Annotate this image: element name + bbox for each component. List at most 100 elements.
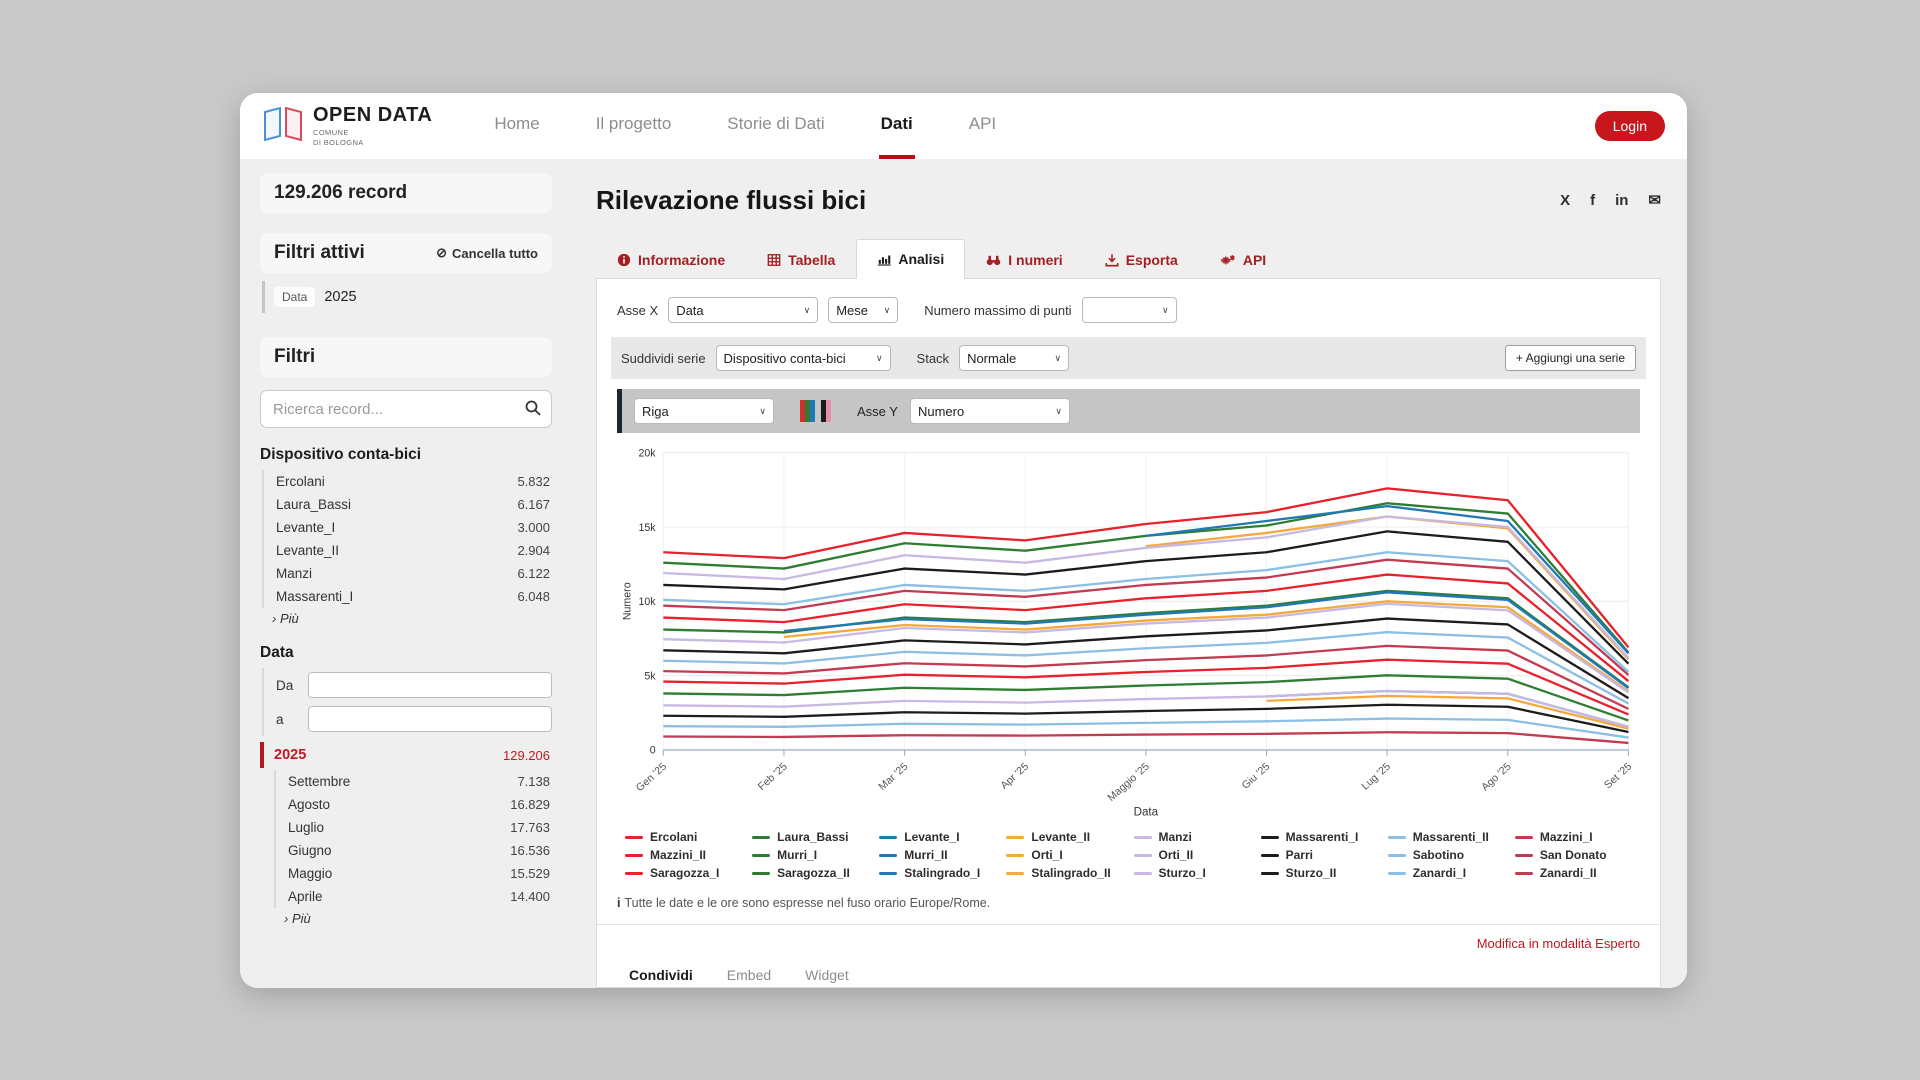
riga-select[interactable]: Riga∨ (634, 398, 774, 424)
month-facet-item[interactable]: Luglio17.763 (276, 816, 552, 839)
chart-svg: 05k10k15k20kGen '25Feb '25Mar '25Apr '25… (617, 443, 1640, 821)
legend-item[interactable]: Stalingrado_II (1006, 866, 1123, 880)
login-button[interactable]: Login (1595, 111, 1665, 141)
legend-color-dash (752, 836, 770, 839)
legend-color-dash (1388, 872, 1406, 875)
max-points-label: Numero massimo di punti (924, 303, 1071, 318)
legend-color-dash (625, 854, 643, 857)
legend-item[interactable]: Murri_I (752, 848, 869, 862)
date-from-input[interactable] (308, 672, 552, 698)
nav-item-api[interactable]: API (967, 93, 998, 159)
flow-line-chart[interactable]: 05k10k15k20kGen '25Feb '25Mar '25Apr '25… (617, 443, 1640, 826)
stack-select[interactable]: Normale∨ (959, 345, 1069, 371)
max-points-select[interactable]: ∨ (1082, 297, 1177, 323)
legend-item[interactable]: Sturzo_I (1134, 866, 1251, 880)
linkedin-icon[interactable]: in (1615, 192, 1628, 209)
legend-item[interactable]: Orti_II (1134, 848, 1251, 862)
expert-mode-link[interactable]: Modifica in modalità Esperto (1477, 936, 1640, 951)
legend-color-dash (1006, 836, 1024, 839)
share-icons: X f in ✉ (1560, 191, 1661, 209)
legend-item[interactable]: Saragozza_II (752, 866, 869, 880)
tab-informazione[interactable]: Informazione (596, 239, 746, 279)
device-facet-item[interactable]: Manzi6.122 (264, 562, 552, 585)
nav-item-dati[interactable]: Dati (879, 93, 915, 159)
legend-item[interactable]: Orti_I (1006, 848, 1123, 862)
email-icon[interactable]: ✉ (1648, 191, 1661, 209)
legend-color-dash (1006, 872, 1024, 875)
legend-item[interactable]: Parri (1261, 848, 1378, 862)
nav-item-il-progetto[interactable]: Il progetto (594, 93, 674, 159)
chevron-down-icon: ∨ (1162, 305, 1169, 316)
open-data-logo[interactable]: OPEN DATA COMUNE DI BOLOGNA (262, 105, 432, 147)
tab-i-numeri[interactable]: I numeri (965, 239, 1083, 279)
share-tab-widget[interactable]: Widget (805, 967, 849, 988)
device-more-link[interactable]: › Più (260, 608, 552, 626)
month-more-link[interactable]: › Più (272, 908, 552, 926)
svg-text:20k: 20k (639, 448, 657, 460)
legend-item[interactable]: Mazzini_II (625, 848, 742, 862)
share-tab-condividi[interactable]: Condividi (629, 967, 693, 988)
legend-item[interactable]: Levante_I (879, 830, 996, 844)
month-facet-item[interactable]: Agosto16.829 (276, 793, 552, 816)
share-tab-embed[interactable]: Embed (727, 967, 771, 988)
app-window: OPEN DATA COMUNE DI BOLOGNA Home Il proge… (240, 93, 1687, 988)
add-series-button[interactable]: + Aggiungi una serie (1505, 345, 1636, 371)
legend-item[interactable]: Saragozza_I (625, 866, 742, 880)
tab-api[interactable]: API (1199, 239, 1287, 279)
nav-item-home[interactable]: Home (492, 93, 541, 159)
legend-item[interactable]: Sturzo_II (1261, 866, 1378, 880)
legend-color-dash (1261, 854, 1279, 857)
legend-item[interactable]: San Donato (1515, 848, 1632, 862)
month-facet-item[interactable]: Aprile14.400 (276, 885, 552, 908)
legend-item[interactable]: Murri_II (879, 848, 996, 862)
series-config-strip: Suddividi serie Dispositivo conta-bici∨ … (611, 337, 1646, 379)
device-facet-item[interactable]: Ercolani5.832 (264, 470, 552, 493)
legend-item[interactable]: Stalingrado_I (879, 866, 996, 880)
active-filters-title: Filtri attivi (274, 242, 365, 264)
share-tabbar: Condividi Embed Widget (617, 967, 1640, 988)
filter-field-value: 2025 (324, 289, 356, 305)
active-filter-chip[interactable]: Data 2025 (262, 281, 552, 313)
legend-item[interactable]: Sabotino (1388, 848, 1505, 862)
svg-text:Set '25: Set '25 (1602, 761, 1634, 792)
binoculars-icon (986, 253, 1001, 267)
device-facet-item[interactable]: Laura_Bassi6.167 (264, 493, 552, 516)
month-facet-item[interactable]: Giugno16.536 (276, 839, 552, 862)
device-facet-item[interactable]: Levante_II2.904 (264, 539, 552, 562)
svg-text:Gen '25: Gen '25 (634, 761, 669, 795)
tab-analisi[interactable]: Analisi (856, 239, 965, 279)
filters-sidebar: 129.206 record Filtri attivi ⊘ Cancella … (240, 159, 570, 988)
legend-item[interactable]: Zanardi_I (1388, 866, 1505, 880)
month-facet-item[interactable]: Maggio15.529 (276, 862, 552, 885)
clear-all-filters-button[interactable]: ⊘ Cancella tutto (436, 245, 538, 261)
legend-item[interactable]: Massarenti_II (1388, 830, 1505, 844)
tab-tabella[interactable]: Tabella (746, 239, 856, 279)
facebook-icon[interactable]: f (1590, 192, 1595, 209)
month-facet-item[interactable]: Settembre7.138 (276, 770, 552, 793)
device-facet-item[interactable]: Levante_I3.000 (264, 516, 552, 539)
asse-x-unit-select[interactable]: Mese∨ (828, 297, 898, 323)
year-facet-2025[interactable]: 2025 129.206 (260, 742, 552, 768)
legend-item[interactable]: Levante_II (1006, 830, 1123, 844)
date-to-input[interactable] (308, 706, 552, 732)
legend-color-dash (1388, 836, 1406, 839)
asse-y-select[interactable]: Numero∨ (910, 398, 1070, 424)
legend-item[interactable]: Ercolani (625, 830, 742, 844)
svg-text:Lug '25: Lug '25 (1359, 761, 1393, 793)
tab-esporta[interactable]: Esporta (1084, 239, 1199, 279)
legend-item[interactable]: Laura_Bassi (752, 830, 869, 844)
device-facet-item[interactable]: Massarenti_I6.048 (264, 585, 552, 608)
legend-item[interactable]: Massarenti_I (1261, 830, 1378, 844)
page-title: Rilevazione flussi bici (596, 185, 866, 216)
suddividi-select[interactable]: Dispositivo conta-bici∨ (716, 345, 891, 371)
color-palette-icon[interactable] (800, 400, 831, 422)
legend-item[interactable]: Manzi (1134, 830, 1251, 844)
legend-item[interactable]: Zanardi_II (1515, 866, 1632, 880)
x-icon[interactable]: X (1560, 192, 1570, 209)
search-input[interactable] (260, 390, 552, 428)
analysis-panel: Asse X Data∨ Mese∨ Numero massimo di pun… (596, 279, 1661, 988)
nav-item-storie-di-dati[interactable]: Storie di Dati (725, 93, 826, 159)
date-from-label: Da (276, 678, 298, 693)
legend-item[interactable]: Mazzini_I (1515, 830, 1632, 844)
asse-x-select[interactable]: Data∨ (668, 297, 818, 323)
